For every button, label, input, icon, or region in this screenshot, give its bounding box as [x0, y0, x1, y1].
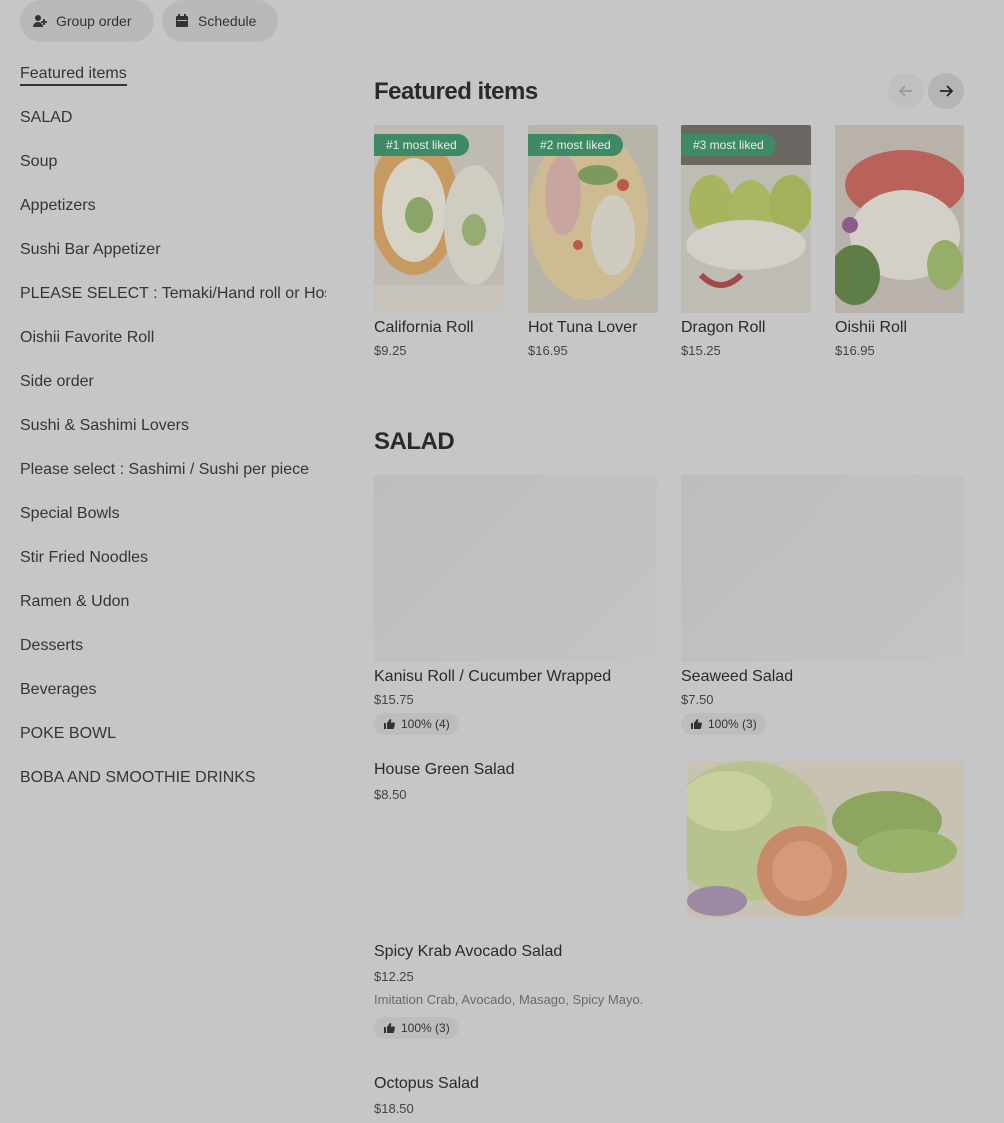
item-name: Seaweed Salad: [681, 668, 794, 685]
sidebar-item-beverages[interactable]: Beverages: [20, 678, 326, 722]
group-order-label: Group order: [56, 13, 132, 29]
item-name: Hot Tuna Lover: [528, 319, 638, 336]
salad-section-title: SALAD: [374, 428, 455, 455]
item-name: Oishii Roll: [835, 319, 908, 336]
item-photo: #1 most liked: [374, 125, 504, 313]
sidebar-item-label: Ramen & Udon: [20, 593, 130, 610]
calendar-icon: [176, 14, 188, 27]
item-description: Imitation Crab, Avocado, Masago, Spicy M…: [374, 992, 644, 1007]
sidebar-item-soup[interactable]: Soup: [20, 150, 326, 194]
item-name: Spicy Krab Avocado Salad: [374, 943, 563, 960]
item-name: Kanisu Roll / Cucumber Wrapped: [374, 668, 612, 685]
item-price: $16.95: [528, 343, 568, 358]
arrow-left-icon: [898, 85, 912, 97]
sidebar-item-label: SALAD: [20, 109, 73, 126]
schedule-label: Schedule: [198, 13, 257, 29]
add-person-icon: [33, 15, 47, 27]
sidebar-item-side-order[interactable]: Side order: [20, 370, 326, 414]
carousel-prev-button[interactable]: [888, 73, 924, 109]
sidebar-item-label: Side order: [20, 373, 94, 390]
sidebar-item-label: Beverages: [20, 681, 97, 698]
featured-item[interactable]: Oishii Roll $16.95: [835, 125, 964, 358]
arrow-right-icon: [940, 85, 954, 97]
sidebar-item-stir-fried-noodles[interactable]: Stir Fried Noodles: [20, 546, 326, 590]
featured-item[interactable]: #1 most liked California Roll $9.25: [374, 125, 504, 358]
item-photo-placeholder: [374, 475, 657, 662]
category-sidebar: Featured items SALAD Soup Appetizers Sus…: [20, 62, 326, 810]
menu-item-card[interactable]: Kanisu Roll / Cucumber Wrapped $15.75 10…: [374, 475, 657, 735]
sidebar-item-special-bowls[interactable]: Special Bowls: [20, 502, 326, 546]
thumbs-up-icon: [691, 719, 702, 729]
sidebar-item-poke-bowl[interactable]: POKE BOWL: [20, 722, 326, 766]
sidebar-item-hand-roll[interactable]: PLEASE SELECT : Temaki/Hand roll or Hoso…: [20, 282, 326, 326]
sidebar-item-label: Please select : Sashimi / Sushi per piec…: [20, 461, 310, 478]
sidebar-item-sashimi-per-piece[interactable]: Please select : Sashimi / Sushi per piec…: [20, 458, 326, 502]
sidebar-item-favorite-roll[interactable]: Oishii Favorite Roll: [20, 326, 326, 370]
item-price: $15.75: [374, 692, 414, 707]
sidebar-item-featured[interactable]: Featured items: [20, 62, 326, 106]
rank-badge: #3 most liked: [681, 134, 776, 156]
sidebar-item-label: Appetizers: [20, 197, 96, 214]
featured-carousel: #1 most liked California Roll $9.25 #2 m…: [374, 125, 964, 365]
schedule-button[interactable]: Schedule: [162, 0, 278, 42]
item-price: $18.50: [374, 1101, 414, 1116]
rating-badge: 100% (3): [374, 1017, 459, 1039]
item-price: $15.25: [681, 343, 721, 358]
sidebar-item-label: Soup: [20, 153, 58, 170]
item-photo[interactable]: [687, 761, 964, 918]
item-price: $7.50: [681, 692, 714, 707]
carousel-next-button[interactable]: [928, 73, 964, 109]
rating-badge: 100% (3): [681, 713, 766, 735]
sidebar-item-label: BOBA AND SMOOTHIE DRINKS: [20, 769, 256, 786]
item-photo: [835, 125, 964, 313]
sidebar-item-label: POKE BOWL: [20, 725, 117, 742]
sidebar-item-label: Special Bowls: [20, 505, 120, 522]
sidebar-item-label: PLEASE SELECT : Temaki/Hand roll or Hoso…: [20, 285, 326, 302]
item-price: $12.25: [374, 969, 414, 984]
item-photo: #3 most liked: [681, 125, 811, 313]
item-name: Dragon Roll: [681, 319, 766, 336]
rank-badge: #2 most liked: [528, 134, 623, 156]
item-name: California Roll: [374, 319, 474, 336]
rank-badge: #1 most liked: [374, 134, 469, 156]
sidebar-item-label: Sushi & Sashimi Lovers: [20, 417, 189, 434]
sidebar-item-label: Oishii Favorite Roll: [20, 329, 155, 346]
sidebar-item-ramen-udon[interactable]: Ramen & Udon: [20, 590, 326, 634]
group-order-button[interactable]: Group order: [20, 0, 154, 42]
sidebar-item-appetizers[interactable]: Appetizers: [20, 194, 326, 238]
item-name: Octopus Salad: [374, 1075, 479, 1092]
rating-text: 100% (3): [708, 717, 757, 731]
featured-item[interactable]: #3 most liked Dragon Roll $15.25: [681, 125, 811, 358]
top-actions: Group order Schedule: [20, 0, 278, 42]
featured-item[interactable]: #2 most liked Hot Tuna Lover $16.95: [528, 125, 658, 358]
item-photo-placeholder: [681, 475, 964, 662]
sidebar-item-label: Stir Fried Noodles: [20, 549, 149, 566]
sidebar-item-sushi-bar-appetizer[interactable]: Sushi Bar Appetizer: [20, 238, 326, 282]
thumbs-up-icon: [384, 719, 395, 729]
menu-item-row[interactable]: Octopus Salad $18.50: [374, 1075, 964, 1116]
sidebar-item-desserts[interactable]: Desserts: [20, 634, 326, 678]
sidebar-item-label: Desserts: [20, 637, 84, 654]
thumbs-up-icon: [384, 1023, 395, 1033]
rating-badge: 100% (4): [374, 713, 459, 735]
rating-text: 100% (3): [401, 1021, 450, 1035]
menu-item-card[interactable]: Seaweed Salad $7.50 100% (3): [681, 475, 964, 735]
sidebar-item-sushi-sashimi-lovers[interactable]: Sushi & Sashimi Lovers: [20, 414, 326, 458]
sidebar-item-label: Sushi Bar Appetizer: [20, 241, 161, 258]
featured-section-title: Featured items: [374, 78, 538, 105]
sidebar-item-label: Featured items: [20, 65, 127, 86]
rating-text: 100% (4): [401, 717, 450, 731]
menu-item-row[interactable]: Spicy Krab Avocado Salad $12.25 Imitatio…: [374, 943, 964, 1039]
item-photo: #2 most liked: [528, 125, 658, 313]
item-price: $16.95: [835, 343, 875, 358]
item-price: $9.25: [374, 343, 407, 358]
sidebar-item-salad[interactable]: SALAD: [20, 106, 326, 150]
sidebar-item-boba-smoothie[interactable]: BOBA AND SMOOTHIE DRINKS: [20, 766, 326, 810]
